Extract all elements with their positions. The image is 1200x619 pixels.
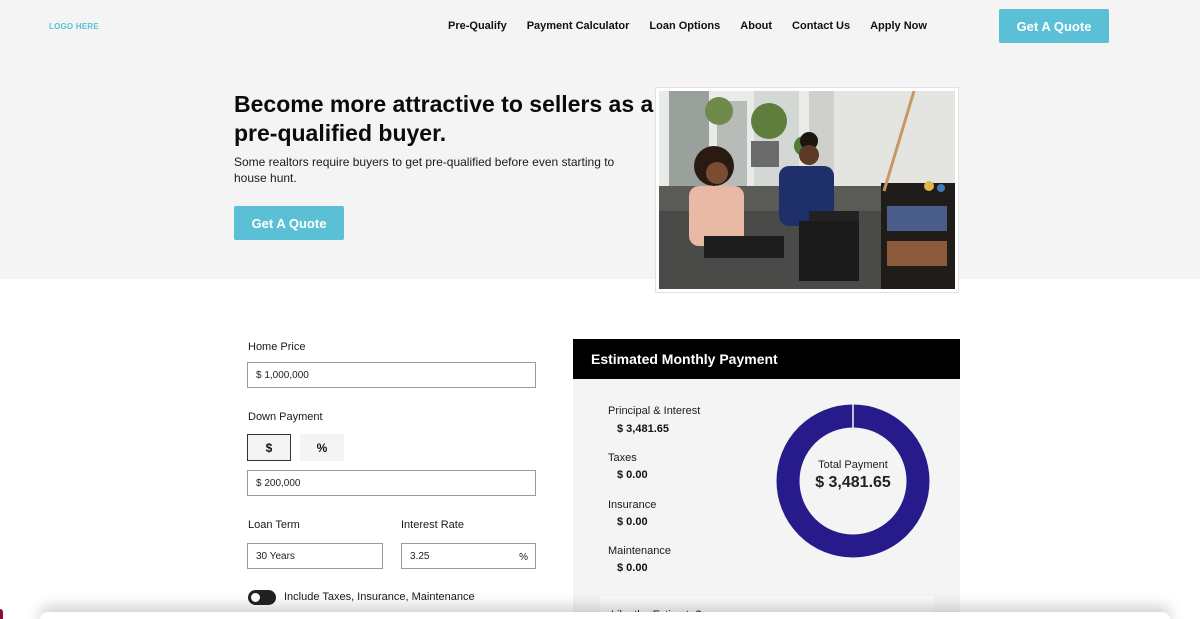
nav-about[interactable]: About: [740, 19, 772, 33]
taxes-value: $ 0.00: [617, 469, 648, 481]
principal-interest-label: Principal & Interest: [608, 405, 701, 417]
down-payment-input[interactable]: $ 200,000: [247, 470, 536, 496]
get-quote-header-button[interactable]: Get A Quote: [999, 9, 1109, 43]
percent-suffix: %: [519, 552, 528, 563]
taxes-label: Taxes: [608, 452, 637, 464]
loan-term-select[interactable]: 30 Years: [247, 543, 383, 569]
toggle-knob: [251, 593, 260, 602]
insurance-value: $ 0.00: [617, 516, 648, 528]
hero-photo-image: [659, 91, 955, 289]
hero-photo: [655, 87, 959, 293]
loan-term-label: Loan Term: [248, 519, 300, 531]
get-quote-hero-button[interactable]: Get A Quote: [234, 206, 344, 240]
nav-loan-options[interactable]: Loan Options: [649, 19, 720, 33]
logo[interactable]: LOGO HERE: [49, 22, 99, 31]
results-header: Estimated Monthly Payment: [573, 339, 960, 379]
hero-title: Become more attractive to sellers as a p…: [234, 91, 654, 146]
edge-accent: [0, 609, 3, 619]
nav-contact-us[interactable]: Contact Us: [792, 19, 850, 33]
interest-rate-input[interactable]: 3.25 %: [401, 543, 536, 569]
down-payment-dollar-toggle[interactable]: $: [247, 434, 291, 461]
nav-apply-now[interactable]: Apply Now: [870, 19, 927, 33]
total-payment-value: $ 3,481.65: [815, 474, 891, 491]
nav-pre-qualify[interactable]: Pre-Qualify: [448, 19, 507, 33]
maintenance-label: Maintenance: [608, 545, 671, 557]
interest-rate-label: Interest Rate: [401, 519, 464, 531]
total-payment-label: Total Payment: [818, 459, 888, 471]
main-nav: Pre-Qualify Payment Calculator Loan Opti…: [448, 19, 947, 33]
home-price-label: Home Price: [248, 341, 306, 353]
bottom-overlay-bar: [40, 612, 1170, 619]
down-payment-label: Down Payment: [248, 411, 323, 423]
maintenance-value: $ 0.00: [617, 562, 648, 574]
nav-payment-calculator[interactable]: Payment Calculator: [527, 19, 630, 33]
down-payment-percent-toggle[interactable]: %: [300, 434, 344, 461]
home-price-input[interactable]: $ 1,000,000: [247, 362, 536, 388]
hero-subtitle: Some realtors require buyers to get pre-…: [234, 155, 615, 185]
results-panel: Estimated Monthly Payment Principal & In…: [573, 339, 960, 619]
interest-rate-value: 3.25: [410, 550, 430, 562]
include-extras-label: Include Taxes, Insurance, Maintenance: [284, 591, 475, 603]
insurance-label: Insurance: [608, 499, 657, 511]
include-extras-toggle[interactable]: [248, 590, 276, 605]
principal-interest-value: $ 3,481.65: [617, 423, 669, 435]
